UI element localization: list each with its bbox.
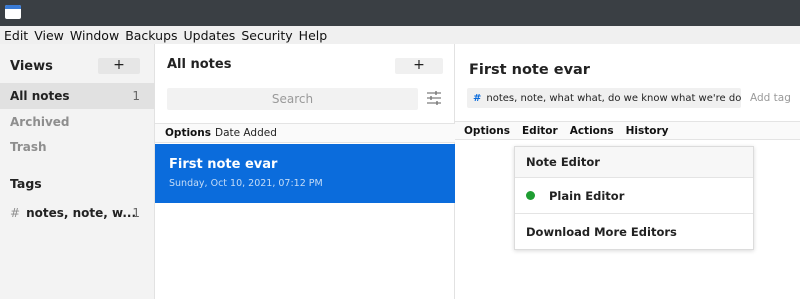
list-options-bar: Options Date Added	[155, 123, 455, 143]
sidebar-tag-item[interactable]: # notes, note, w... 1	[0, 202, 155, 224]
notes-list-panel: All notes + Options Date Added First not…	[155, 44, 455, 299]
tag-count: 1	[132, 206, 140, 220]
note-title-field[interactable]: First note evar	[469, 62, 590, 78]
sidebar-item-label: Archived	[10, 115, 70, 129]
tag-chip-label: notes, note, what what, do we know what …	[486, 92, 741, 104]
sidebar-item-trash[interactable]: Trash	[0, 134, 155, 160]
add-view-button[interactable]: +	[98, 58, 140, 74]
sidebar: Views + All notes 1 Archived Trash Tags …	[0, 44, 155, 299]
menu-bar: Edit View Window Backups Updates Securit…	[0, 26, 800, 44]
tags-header: Tags	[10, 176, 42, 191]
tag-label: notes, note, w...	[26, 206, 136, 220]
notes-list-title: All notes	[167, 57, 232, 72]
menu-view[interactable]: View	[34, 28, 64, 43]
menu-item-label: Plain Editor	[549, 188, 625, 203]
menu-security[interactable]: Security	[241, 28, 292, 43]
sort-order-value[interactable]: Date Added	[215, 127, 277, 139]
note-item-title: First note evar	[169, 157, 278, 172]
filter-sliders-icon[interactable]	[427, 91, 441, 105]
sidebar-item-label: Trash	[10, 140, 47, 154]
sidebar-item-label: All notes	[10, 89, 70, 103]
editor-panel: First note evar # notes, note, what what…	[455, 44, 800, 299]
list-options-button[interactable]: Options	[165, 127, 211, 139]
editor-toolbar: Options Editor Actions History	[455, 121, 800, 140]
menu-edit[interactable]: Edit	[4, 28, 28, 43]
note-tag-chip[interactable]: # notes, note, what what, do we know wha…	[467, 88, 741, 108]
menu-help[interactable]: Help	[299, 28, 328, 43]
editor-options-menu[interactable]: Options	[464, 125, 510, 137]
app-window-icon	[5, 5, 21, 19]
search-input[interactable]	[167, 88, 418, 110]
menu-item-download-editors[interactable]: Download More Editors	[515, 214, 753, 250]
hash-icon: #	[473, 92, 482, 104]
editor-history-menu[interactable]: History	[626, 125, 669, 137]
new-note-button[interactable]: +	[395, 58, 443, 74]
editor-editor-menu[interactable]: Editor	[522, 125, 558, 137]
sidebar-item-count: 1	[132, 89, 140, 103]
views-header: Views	[10, 59, 53, 74]
active-indicator-icon	[526, 191, 535, 200]
menu-backups[interactable]: Backups	[125, 28, 177, 43]
note-item-date: Sunday, Oct 10, 2021, 07:12 PM	[169, 178, 323, 189]
add-tag-input[interactable]: Add tag	[750, 92, 791, 104]
menu-header: Note Editor	[515, 147, 753, 178]
menu-updates[interactable]: Updates	[184, 28, 236, 43]
editor-actions-menu[interactable]: Actions	[570, 125, 614, 137]
note-list-item[interactable]: First note evar Sunday, Oct 10, 2021, 07…	[155, 144, 455, 203]
window-titlebar	[0, 0, 800, 26]
menu-item-label: Download More Editors	[526, 225, 677, 239]
menu-window[interactable]: Window	[70, 28, 119, 43]
sidebar-item-archived[interactable]: Archived	[0, 109, 155, 135]
menu-item-plain-editor[interactable]: Plain Editor	[515, 178, 753, 214]
editor-selection-menu: Note Editor Plain Editor Download More E…	[514, 146, 754, 250]
sidebar-item-all-notes[interactable]: All notes 1	[0, 83, 155, 109]
hash-icon: #	[10, 206, 21, 220]
